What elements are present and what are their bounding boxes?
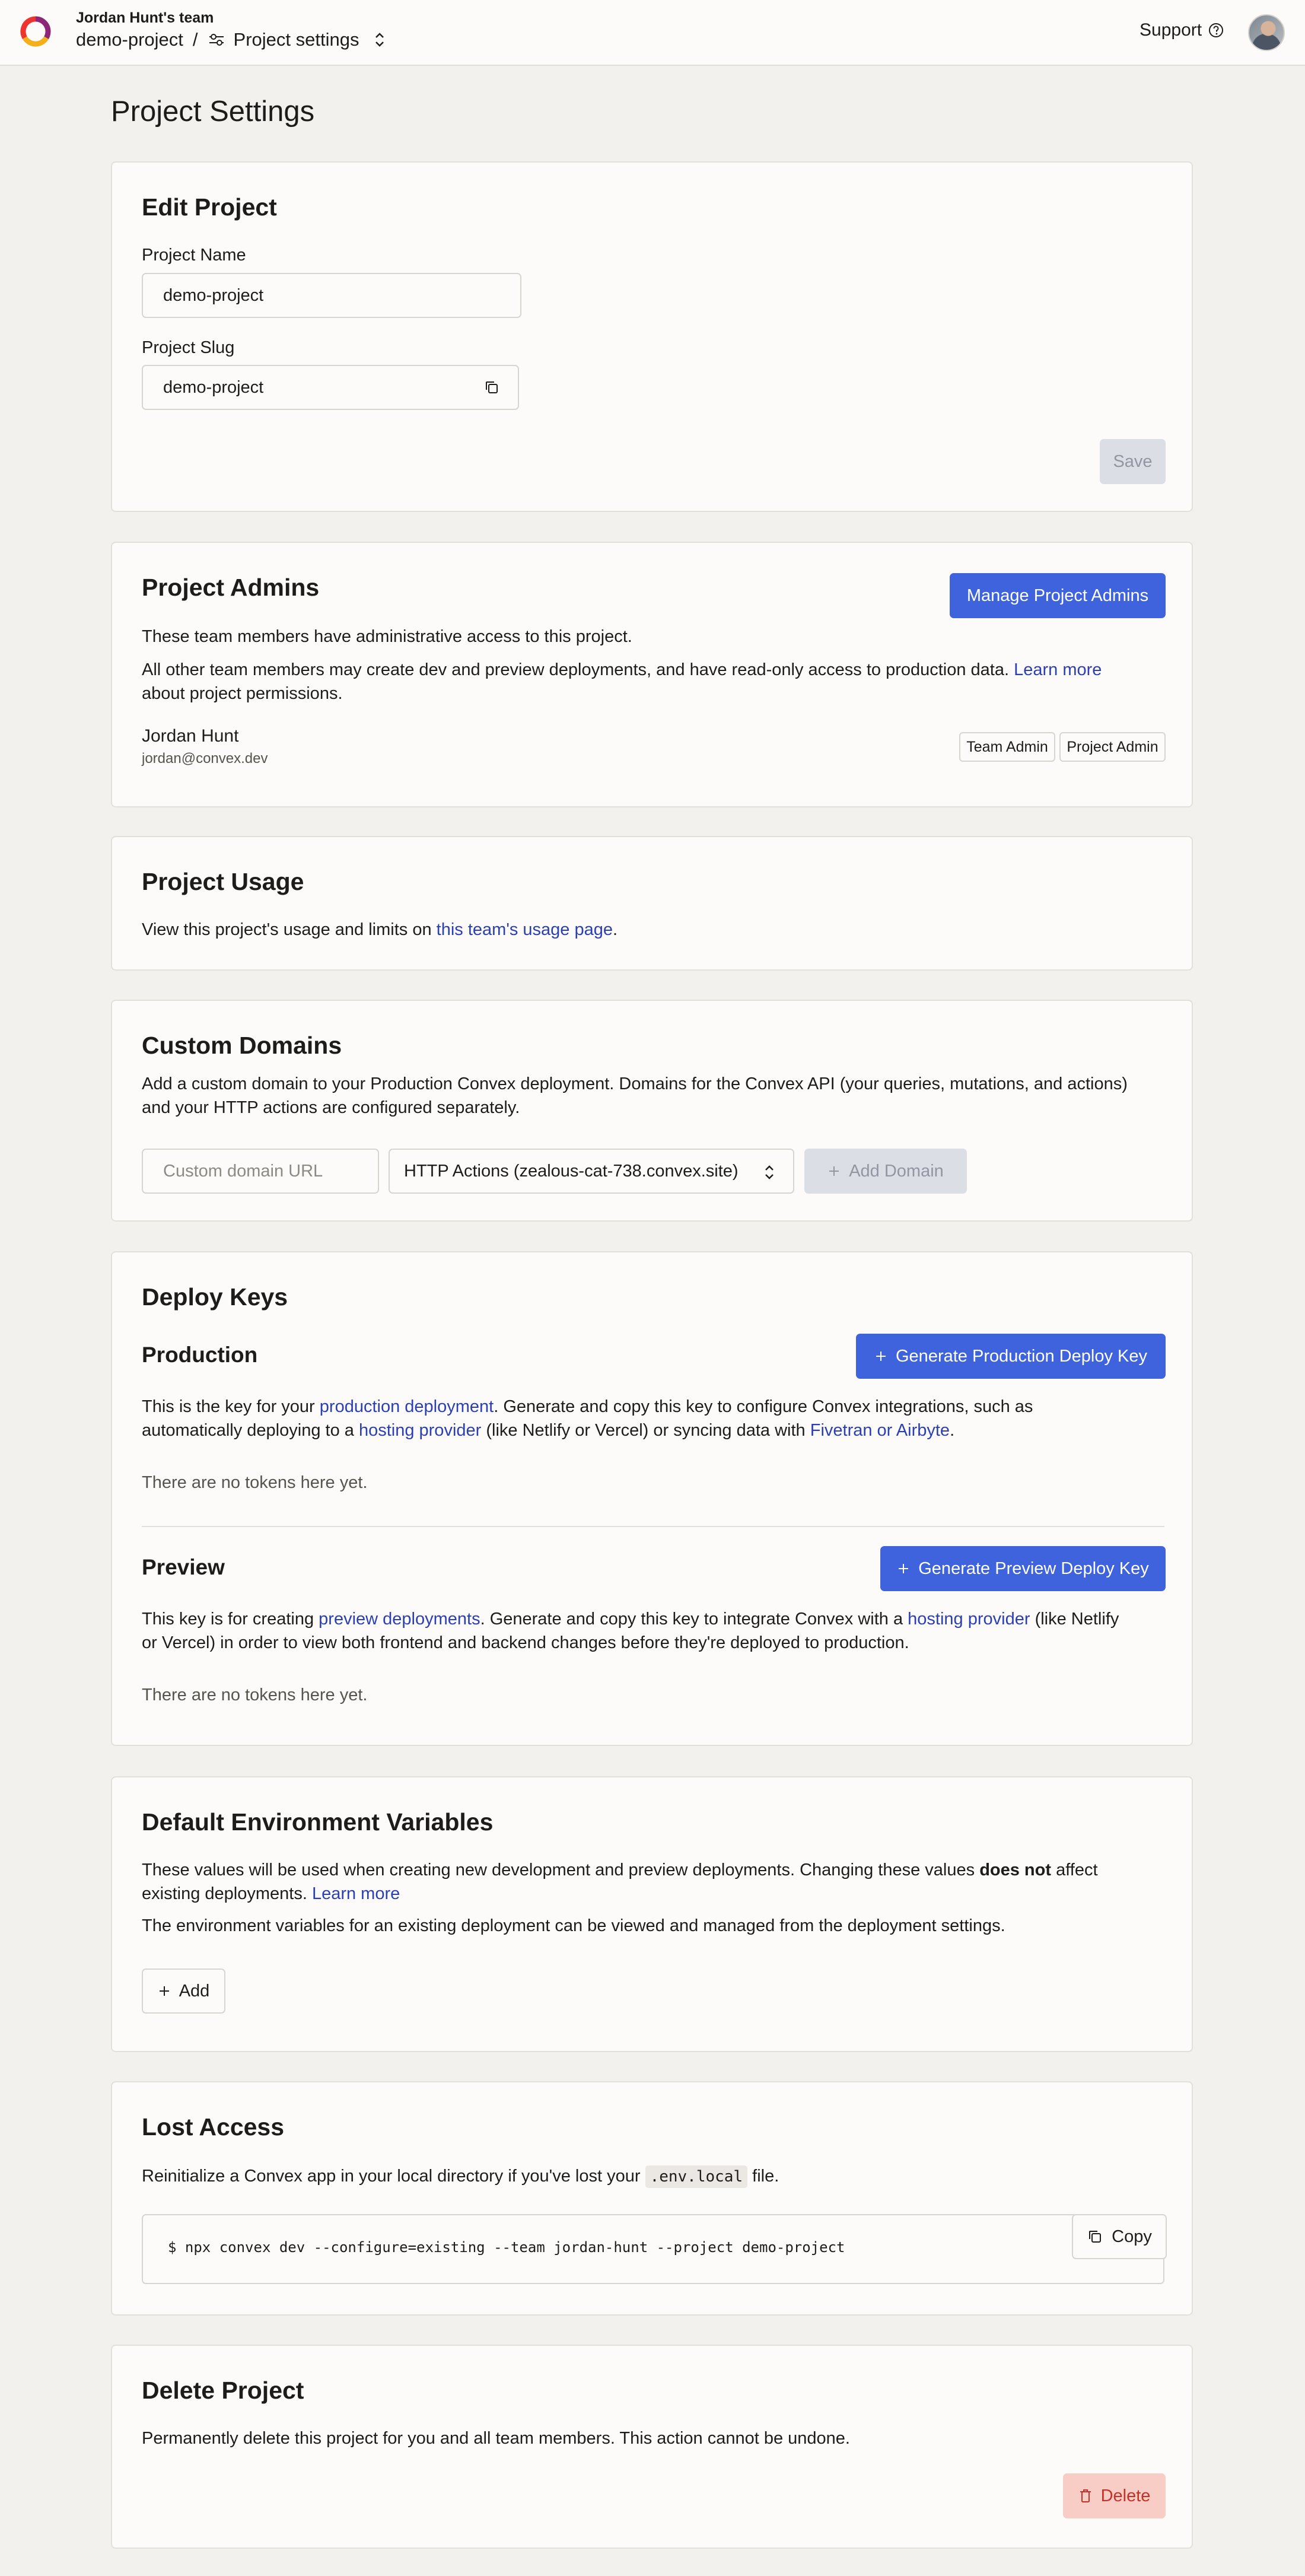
learn-more-link[interactable]: Learn more: [1014, 660, 1102, 679]
edit-project-title: Edit Project: [142, 193, 277, 221]
delete-project-description: Permanently delete this project for you …: [142, 2429, 850, 2448]
page-title: Project Settings: [111, 96, 315, 128]
learn-more-link[interactable]: Learn more: [312, 1884, 400, 1903]
configure-command-block: $ npx convex dev --configure=existing --…: [142, 2214, 1167, 2284]
admins-permissions-note: All other team members may create dev an…: [142, 660, 1102, 703]
project-admins-title: Project Admins: [142, 574, 320, 601]
project-admins-card: Project Admins Manage Project Admins The…: [111, 542, 1193, 807]
edit-project-card: Edit Project Project Name demo-project P…: [111, 161, 1193, 512]
project-usage-card: Project Usage View this project's usage …: [111, 836, 1193, 971]
admin-member-email: jordan@convex.dev: [142, 750, 268, 767]
deploy-keys-card: Deploy Keys Production Generate Producti…: [111, 1251, 1193, 1746]
deploy-keys-title: Deploy Keys: [142, 1283, 288, 1311]
project-name-label: Project Name: [142, 246, 246, 265]
lost-access-title: Lost Access: [142, 2113, 285, 2141]
production-keys-description: This is the key for your production depl…: [142, 1397, 1033, 1440]
breadcrumb: demo-project / Project settings: [76, 28, 387, 51]
sliders-icon: [209, 34, 224, 46]
custom-domains-description: Add a custom domain to your Production C…: [142, 1074, 1128, 1117]
project-slug-field: demo-project: [142, 365, 519, 410]
generate-production-deploy-key-button[interactable]: Generate Production Deploy Key: [856, 1334, 1166, 1379]
convex-logo-icon[interactable]: [18, 14, 53, 49]
preview-keys-description: This key is for creating preview deploym…: [142, 1610, 1119, 1652]
user-avatar[interactable]: [1248, 14, 1285, 51]
manage-project-admins-button[interactable]: Manage Project Admins: [950, 573, 1166, 618]
lost-access-card: Lost Access Reinitialize a Convex app in…: [111, 2081, 1193, 2316]
deploy-keys-divider: [142, 1526, 1164, 1527]
project-slug-value: demo-project: [163, 377, 264, 397]
help-circle-icon: [1209, 23, 1224, 37]
breadcrumb-current-page[interactable]: Project settings: [234, 29, 359, 50]
preview-keys-title: Preview: [142, 1555, 225, 1579]
env-local-code: .env.local: [645, 2165, 748, 2188]
delete-project-button[interactable]: Delete: [1063, 2473, 1166, 2518]
plus-icon: [876, 1351, 886, 1361]
support-label: Support: [1140, 20, 1202, 40]
environment-variables-description: These values will be used when creating …: [142, 1861, 1098, 1903]
top-bar: Jordan Hunt's team demo-project / Projec…: [0, 0, 1305, 66]
project-name-input[interactable]: demo-project: [142, 273, 521, 318]
delete-project-card: Delete Project Permanently delete this p…: [111, 2345, 1193, 2549]
environment-variables-card: Default Environment Variables These valu…: [111, 1776, 1193, 2052]
plus-icon: [829, 1166, 839, 1176]
production-keys-title: Production: [142, 1343, 258, 1367]
environment-variables-title: Default Environment Variables: [142, 1808, 494, 1836]
preview-empty-state: There are no tokens here yet.: [142, 1685, 368, 1704]
lost-access-description: Reinitialize a Convex app in your local …: [142, 2164, 779, 2189]
project-slug-label: Project Slug: [142, 338, 235, 357]
production-empty-state: There are no tokens here yet.: [142, 1473, 368, 1492]
add-domain-button[interactable]: Add Domain: [804, 1149, 967, 1194]
plus-icon: [899, 1564, 909, 1573]
breadcrumb-separator: /: [192, 29, 198, 50]
usage-page-link[interactable]: this team's usage page: [437, 920, 613, 939]
environment-variables-note: The environment variables for an existin…: [142, 1916, 1005, 1935]
preview-deployments-link[interactable]: preview deployments: [319, 1610, 480, 1629]
admin-member-name: Jordan Hunt: [142, 726, 239, 746]
usage-description: View this project's usage and limits on …: [142, 920, 618, 939]
add-environment-variable-button[interactable]: Add: [142, 1968, 225, 2014]
copy-command-button[interactable]: Copy: [1072, 2214, 1167, 2259]
project-usage-title: Project Usage: [142, 868, 304, 895]
team-name: Jordan Hunt's team: [76, 9, 214, 26]
team-admin-badge: Team Admin: [959, 732, 1055, 762]
support-button[interactable]: Support: [1140, 20, 1224, 40]
plus-icon: [159, 1986, 169, 1996]
fivetran-airbyte-link[interactable]: Fivetran or Airbyte: [810, 1421, 950, 1440]
delete-project-title: Delete Project: [142, 2377, 304, 2404]
hosting-provider-link[interactable]: hosting provider: [908, 1610, 1030, 1629]
project-admin-badge: Project Admin: [1059, 732, 1166, 762]
custom-domains-title: Custom Domains: [142, 1032, 342, 1059]
chevron-up-down-icon: [765, 1165, 774, 1179]
admins-description: These team members have administrative a…: [142, 627, 632, 646]
generate-preview-deploy-key-button[interactable]: Generate Preview Deploy Key: [880, 1546, 1166, 1591]
chevron-up-down-icon[interactable]: [372, 31, 387, 49]
domain-type-value: HTTP Actions (zealous-cat-738.convex.sit…: [404, 1161, 739, 1181]
hosting-provider-link[interactable]: hosting provider: [359, 1421, 481, 1440]
custom-domains-card: Custom Domains Add a custom domain to yo…: [111, 1000, 1193, 1222]
configure-command: $ npx convex dev --configure=existing --…: [168, 2239, 845, 2256]
domain-type-select[interactable]: HTTP Actions (zealous-cat-738.convex.sit…: [389, 1149, 794, 1194]
custom-domain-url-input[interactable]: Custom domain URL: [142, 1149, 379, 1194]
copy-icon: [1089, 2231, 1102, 2243]
breadcrumb-project[interactable]: demo-project: [76, 29, 183, 50]
production-deployment-link[interactable]: production deployment: [320, 1397, 494, 1416]
save-button[interactable]: Save: [1100, 439, 1166, 484]
copy-icon[interactable]: [483, 379, 500, 396]
trash-icon: [1080, 2489, 1091, 2502]
